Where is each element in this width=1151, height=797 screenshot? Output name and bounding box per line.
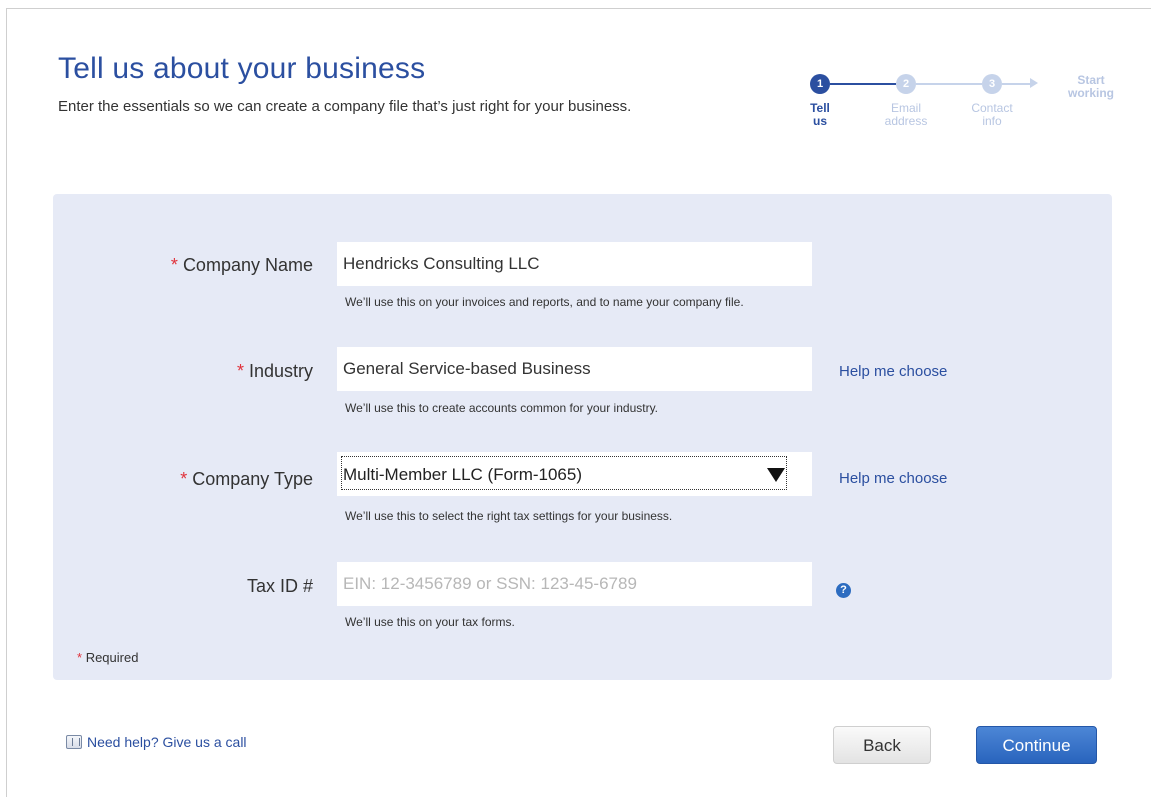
continue-button[interactable]: Continue	[976, 726, 1097, 764]
industry-input[interactable]: General Service-based Business	[337, 347, 812, 391]
tax-id-input[interactable]: EIN: 12-3456789 or SSN: 123-45-6789	[337, 562, 812, 606]
back-button[interactable]: Back	[833, 726, 931, 764]
company-name-input[interactable]: Hendricks Consulting LLC	[337, 242, 812, 286]
required-note: * Required	[77, 650, 139, 665]
step-1-label: Tell us	[810, 101, 830, 128]
industry-hint: We’ll use this to create accounts common…	[345, 401, 659, 415]
progress-stepper: 1 2 3 Tell us Email address Contact info St…	[810, 74, 1130, 144]
step-2-label: Email address	[884, 101, 928, 128]
company-type-hint: We’ll use this to select the right tax s…	[345, 509, 673, 523]
arrow-right-icon	[1030, 78, 1038, 88]
business-info-form: * Company Name Hendricks Consulting LLC …	[53, 194, 1112, 680]
dropdown-arrow-icon[interactable]	[767, 468, 785, 482]
step-connector-2	[916, 83, 982, 85]
step-3-circle: 3	[982, 74, 1002, 94]
company-type-selected-value: Multi-Member LLC (Form-1065)	[341, 456, 787, 490]
tax-id-label: Tax ID #	[246, 576, 313, 596]
company-type-select[interactable]: Multi-Member LLC (Form-1065)	[337, 452, 812, 496]
tax-id-hint: We’ll use this on your tax forms.	[345, 615, 515, 629]
step-connector-3	[1002, 83, 1032, 85]
help-info-icon[interactable]: ?	[836, 583, 851, 598]
company-name-label: * Company Name	[170, 255, 313, 275]
step-connector-1	[830, 83, 896, 85]
phone-icon	[66, 735, 82, 749]
page-title: Tell us about your business	[58, 52, 426, 85]
step-2-circle: 2	[896, 74, 916, 94]
step-1-circle: 1	[810, 74, 830, 94]
need-help-link-text: Need help? Give us a call	[87, 734, 247, 750]
need-help-call-link[interactable]: Need help? Give us a call	[66, 734, 247, 750]
industry-help-link[interactable]: Help me choose	[839, 363, 947, 380]
page-subtitle: Enter the essentials so we can create a …	[58, 98, 632, 115]
step-3-label: Contact info	[971, 101, 1013, 128]
company-type-label: * Company Type	[180, 469, 313, 489]
company-name-hint: We’ll use this on your invoices and repo…	[345, 295, 744, 309]
step-start-working-label: Start working	[1067, 73, 1114, 100]
company-type-help-link[interactable]: Help me choose	[839, 470, 947, 487]
industry-label: * Industry	[236, 361, 313, 381]
